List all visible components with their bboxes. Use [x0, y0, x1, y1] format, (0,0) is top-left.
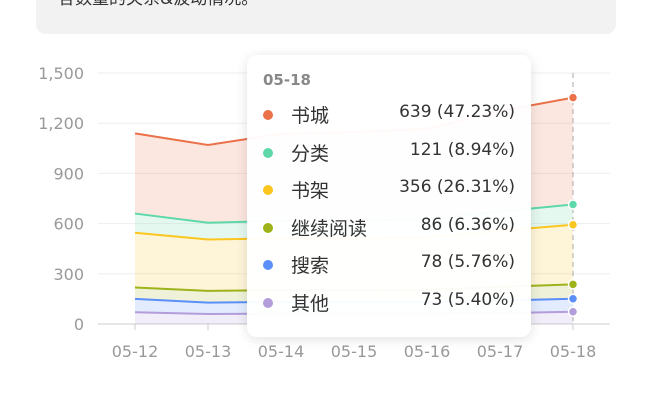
- legend-dot-icon: [263, 297, 273, 308]
- tooltip-series-label: 搜索: [291, 255, 330, 277]
- tooltip-series-label: 书城: [291, 105, 330, 127]
- tooltip-series-value: 356 (26.31%): [399, 177, 515, 197]
- point-分类: [567, 199, 579, 210]
- point-书架: [567, 219, 579, 231]
- y-tick-label: 1,200: [38, 114, 84, 133]
- x-tick-label: 05-13: [185, 342, 232, 361]
- legend-dot-icon: [263, 185, 273, 195]
- y-tick-label: 0: [74, 315, 84, 334]
- tooltip-date: 05-18: [263, 71, 311, 89]
- y-tick-label: 900: [53, 164, 84, 183]
- y-tick-label: 1,500: [38, 64, 84, 83]
- tooltip-series-value: 639 (47.23%): [399, 102, 515, 122]
- point-书城: [567, 92, 579, 103]
- point-其他: [567, 306, 579, 318]
- tooltip-series-label: 继续阅读: [291, 217, 368, 240]
- chart-tooltip: 05-18 书城 639 (47.23%) 分类 121 (8.94%) 书架 356 (…: [247, 55, 531, 337]
- x-tick-label: 05-17: [477, 342, 524, 361]
- tooltip-series-value: 73 (5.40%): [420, 289, 515, 310]
- legend-dot-icon: [263, 222, 273, 233]
- y-tick-label: 600: [53, 215, 84, 234]
- tooltip-series-label: 其他: [291, 292, 330, 315]
- point-搜索: [567, 293, 579, 304]
- tooltip-series-label: 书架: [291, 180, 330, 202]
- x-tick-label: 05-18: [550, 342, 597, 361]
- tooltip-row: 书架 356 (26.31%): [247, 173, 531, 209]
- legend-dot-icon: [263, 260, 273, 270]
- legend-dot-icon: [263, 110, 273, 120]
- x-tick-label: 05-15: [331, 342, 378, 361]
- tooltip-row: 书城 639 (47.23%): [247, 98, 531, 134]
- x-tick-label: 05-16: [404, 342, 451, 361]
- tooltip-series-value: 121 (8.94%): [409, 139, 515, 160]
- tooltip-series-value: 86 (6.36%): [420, 214, 515, 235]
- point-继续阅读: [567, 279, 579, 290]
- tooltip-series-label: 分类: [291, 142, 330, 165]
- y-tick-label: 300: [53, 265, 84, 284]
- tooltip-row: 其他 73 (5.40%): [247, 286, 531, 322]
- x-tick-label: 05-14: [258, 342, 305, 361]
- tooltip-row: 搜索 78 (5.76%): [247, 248, 531, 284]
- legend-dot-icon: [263, 147, 273, 158]
- x-tick-label: 05-12: [112, 342, 159, 361]
- tooltip-series-value: 78 (5.76%): [420, 252, 515, 272]
- tooltip-row: 继续阅读 86 (6.36%): [247, 211, 531, 247]
- tooltip-row: 分类 121 (8.94%): [247, 136, 531, 172]
